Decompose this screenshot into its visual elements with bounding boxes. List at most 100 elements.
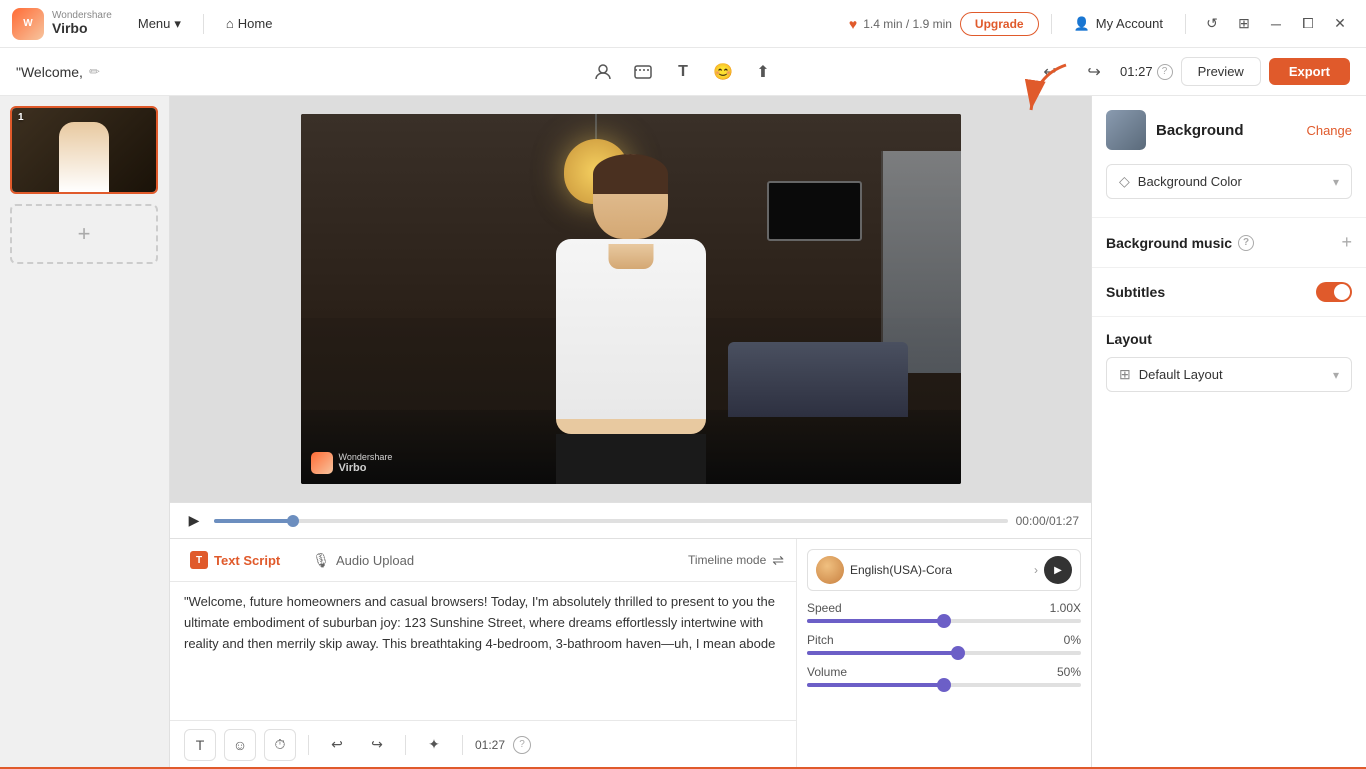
background-color-dropdown[interactable]: ◇ Background Color ▾ [1106,164,1352,199]
chevron-down-icon: ▾ [174,16,181,32]
time-display: 01:27 ? [1120,64,1173,80]
text-script-icon: T [190,551,208,569]
background-title: Background [1156,122,1244,139]
account-button[interactable]: 👤 My Account [1064,12,1173,36]
tv [767,181,862,241]
mic-icon: 🎙 [312,552,330,569]
edit-title-icon[interactable]: ✏ [89,64,100,80]
home-button[interactable]: ⌂ Home [216,12,283,35]
tab-audio-upload[interactable]: 🎙 Audio Upload [304,548,422,573]
main-layout: 1 + [0,96,1366,768]
preview-button[interactable]: Preview [1181,57,1261,86]
divider [405,735,406,755]
speed-label-row: Speed 1.00X [807,601,1081,615]
magic-button[interactable]: ✦ [418,729,450,761]
background-thumbnail [1106,110,1146,150]
video-preview: Wondershare Virbo [301,114,961,484]
layout-dropdown-arrow-icon: ▾ [1333,368,1339,382]
divider [1185,14,1186,34]
tab-text-script[interactable]: T Text Script [182,547,288,573]
menu-button[interactable]: Menu ▾ [128,12,191,36]
account-icon: 👤 [1074,16,1090,32]
watermark-brand: Wondershare [339,452,393,462]
speed-label: Speed [807,601,842,615]
play-button[interactable]: ▶ [182,509,206,533]
redo-text-button[interactable]: ↪ [361,729,393,761]
emoji-button[interactable]: ☺ [224,729,256,761]
export-button[interactable]: Export [1269,58,1350,85]
redo-button[interactable]: ↪ [1076,54,1112,90]
bottom-toolbar: T ☺ ⏱ ↩ ↪ ✦ 01:27 ? [170,720,796,768]
voice-avatar [816,556,844,584]
volume-thumb [937,678,951,692]
play-voice-button[interactable]: ▶ [1044,556,1072,584]
divider [308,735,309,755]
title-bar: W Wondershare Virbo Menu ▾ ⌂ Home ♥ 1.4 … [0,0,1366,48]
maximize-button[interactable]: ⧠ [1294,10,1322,38]
history-button[interactable]: ↺ [1198,10,1226,38]
divider [1051,14,1052,34]
change-background-button[interactable]: Change [1306,123,1352,138]
volume-slider[interactable] [807,683,1081,687]
subtitles-toggle[interactable] [1316,282,1352,302]
avatar-tool-button[interactable] [585,54,621,90]
speed-thumb [937,614,951,628]
text-audio-section: T Text Script 🎙 Audio Upload Timeline mo… [170,539,796,768]
bottom-help-button[interactable]: ? [513,736,531,754]
toolbar-right: ↩ ↪ 01:27 ? Preview Export [1032,54,1350,90]
close-button[interactable]: ✕ [1326,10,1354,38]
text-script-content: "Welcome, future homeowners and casual b… [184,592,782,654]
window-area [881,151,961,373]
video-container: Wondershare Virbo [170,96,1091,502]
bottom-panel: T Text Script 🎙 Audio Upload Timeline mo… [170,538,1091,768]
pitch-slider-row: Pitch 0% [807,633,1081,655]
text-script-area[interactable]: "Welcome, future homeowners and casual b… [170,582,796,720]
undo-text-button[interactable]: ↩ [321,729,353,761]
watermark-icon [311,452,333,474]
upgrade-button[interactable]: Upgrade [960,12,1039,36]
project-title: "Welcome, ✏ [16,64,100,80]
speed-slider[interactable] [807,619,1081,623]
add-slide-button[interactable]: + [10,204,158,264]
timeline-mode-button[interactable]: Timeline mode ⇌ [688,552,784,569]
toolbar-center: T 😊 ⬆ [585,54,781,90]
help-icon: ? [1157,64,1173,80]
sticker-tool-button[interactable]: 😊 [705,54,741,90]
text-tool-button[interactable]: T [665,54,701,90]
text-format-button[interactable]: T [184,729,216,761]
progress-track[interactable] [214,519,1008,523]
subtitles-title: Subtitles [1106,284,1316,300]
layout-title: Layout [1106,331,1352,347]
tabs-row: T Text Script 🎙 Audio Upload Timeline mo… [170,539,796,582]
voice-panel: English(USA)-Cora › ▶ Speed 1.00X [796,539,1091,768]
toggle-thumb [1334,284,1350,300]
progress-thumb [287,515,299,527]
pitch-slider[interactable] [807,651,1081,655]
pitch-value: 0% [1064,633,1081,647]
time-counter: 00:00/01:27 [1016,514,1079,528]
music-help-icon[interactable]: ? [1238,235,1254,251]
speed-value: 1.00X [1050,601,1081,615]
minimize-button[interactable]: ─ [1262,10,1290,38]
upload-tool-button[interactable]: ⬆ [745,54,781,90]
layout-dropdown[interactable]: ⊞ Default Layout ▾ [1106,357,1352,392]
undo-button[interactable]: ↩ [1032,54,1068,90]
background-section: Background Change ◇ Background Color ▾ [1092,96,1366,218]
dropdown-arrow-icon: ▾ [1333,175,1339,189]
timer-button[interactable]: ⏱ [264,729,296,761]
grid-button[interactable]: ⊞ [1230,10,1258,38]
palette-icon: ◇ [1119,173,1130,190]
slide-1[interactable]: 1 [10,106,158,194]
music-section: Background music ? + [1092,218,1366,268]
voice-selector[interactable]: English(USA)-Cora › ▶ [807,549,1081,591]
volume-label-row: Volume 50% [807,665,1081,679]
home-icon: ⌂ [226,16,234,31]
background-tool-button[interactable] [625,54,661,90]
volume-fill [807,683,944,687]
music-title: Background music ? [1106,235,1341,251]
logo-text: Wondershare Virbo [52,10,112,36]
watermark-product: Virbo [339,462,393,474]
voice-name: English(USA)-Cora [850,563,1028,577]
volume-value: 50% [1057,665,1081,679]
add-music-button[interactable]: + [1341,232,1352,253]
